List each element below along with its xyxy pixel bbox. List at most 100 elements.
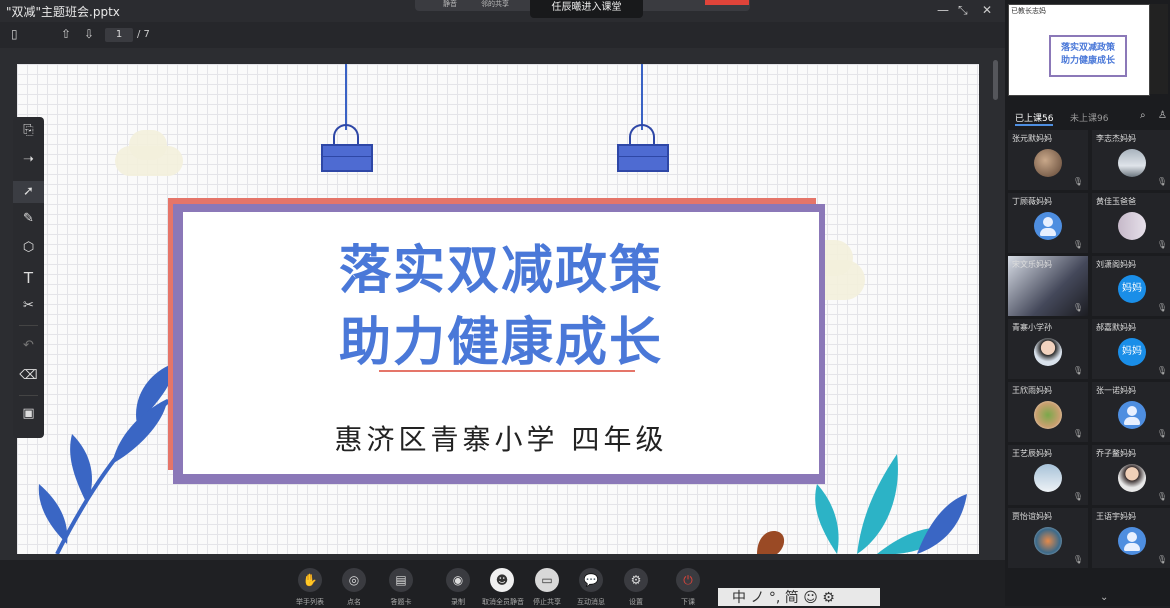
mic-muted-icon[interactable]: 🎙	[1073, 492, 1083, 501]
participant-name: 丁顾薇妈妈	[1012, 197, 1052, 206]
cloud-left-top	[129, 130, 167, 160]
participant-name: 郝嘉默妈妈	[1096, 323, 1136, 332]
mic-muted-icon[interactable]: 🎙	[1073, 366, 1083, 375]
participant-tile[interactable]: 青寨小学孙 🎙	[1008, 319, 1088, 379]
mic-muted-icon[interactable]: 🎙	[1073, 240, 1083, 249]
participant-tile[interactable]: 李志杰妈妈 🎙	[1092, 130, 1170, 190]
avatar	[1034, 338, 1062, 366]
mic-muted-icon[interactable]: 🎙	[1157, 303, 1167, 312]
participant-tile[interactable]: 乔子鳌妈妈 🎙	[1092, 445, 1170, 505]
message-button[interactable]: 💬 互动消息	[571, 568, 611, 607]
shared-screen-preview[interactable]: 已教长志妈 落实双减政策 助力健康成长	[1008, 4, 1150, 96]
restore-icon[interactable]: ⤡	[958, 3, 968, 18]
participant-tile[interactable]: 宋文乐妈妈 🎙	[1008, 256, 1088, 316]
answer-card-icon: ▤	[389, 568, 413, 592]
participant-tile[interactable]: 王欣雨妈妈 🎙	[1008, 382, 1088, 442]
participant-tile[interactable]: 张元默妈妈 🎙	[1008, 130, 1088, 190]
mic-muted-icon[interactable]: 🎙	[1073, 177, 1083, 186]
sidebar-toggle-icon[interactable]: ▯	[11, 27, 18, 41]
tab-underline	[1015, 124, 1053, 126]
prev-page-icon[interactable]: ⇧	[61, 27, 71, 41]
message-icon: 💬	[579, 568, 603, 592]
mic-muted-icon[interactable]: 🎙	[1157, 492, 1167, 501]
participant-name: 黄佳玉爸爸	[1096, 197, 1136, 206]
participant-tile[interactable]: 贾怡谊妈妈 🎙	[1008, 508, 1088, 568]
pen-icon[interactable]: ✎	[13, 211, 44, 226]
stop-share-button[interactable]: ▭ 停止共享	[527, 568, 567, 607]
chevron-down-icon[interactable]: ⌄	[1100, 592, 1108, 603]
preview-title-1: 落实双减政策	[1060, 43, 1115, 53]
participant-tile[interactable]: 黄佳玉爸爸 🎙	[1092, 193, 1170, 253]
hook-line-right	[641, 64, 643, 130]
participant-tile[interactable]: 张一诺妈妈 🎙	[1092, 382, 1170, 442]
mic-muted-icon[interactable]: 🎙	[1157, 429, 1167, 438]
end-indicator[interactable]	[705, 0, 749, 5]
text-tool-icon[interactable]: T	[13, 269, 44, 287]
scissors-icon[interactable]: ✂	[13, 298, 44, 313]
avatar	[1034, 212, 1062, 240]
participant-name: 王语宇妈妈	[1096, 512, 1136, 521]
mic-muted-icon[interactable]: 🎙	[1073, 429, 1083, 438]
participant-name: 王艺辰妈妈	[1012, 449, 1052, 458]
hand-icon: ✋	[298, 568, 322, 592]
participant-tile[interactable]: 丁顾薇妈妈 🎙	[1008, 193, 1088, 253]
raise-hand-button[interactable]: ✋ 举手列表	[290, 568, 330, 607]
mic-muted-icon[interactable]: 🎙	[1157, 240, 1167, 249]
unmute-all-button[interactable]: ☻ 取消全员静音	[482, 568, 524, 607]
minimize-icon[interactable]: —	[937, 3, 949, 17]
settings-button[interactable]: ⚙ 设置	[616, 568, 656, 607]
select-arrow-icon[interactable]: ➚	[13, 181, 44, 203]
record-button[interactable]: ◉ 录制	[438, 568, 478, 607]
mic-muted-icon[interactable]: 🎙	[1073, 555, 1083, 564]
page-number-input[interactable]: 1	[105, 28, 133, 42]
scrollbar[interactable]	[993, 60, 998, 100]
mic-muted-icon[interactable]: 🎙	[1157, 555, 1167, 564]
mic-muted-icon[interactable]: 🎙	[1157, 177, 1167, 186]
avatar	[1118, 527, 1146, 555]
participant-name: 乔子鳌妈妈	[1096, 449, 1136, 458]
mute-control[interactable]: 静音	[443, 0, 457, 9]
rollcall-button[interactable]: ◎ 点名	[334, 568, 374, 607]
document-toolbar: ▯ ⇧ ⇩	[0, 22, 1005, 48]
tab-not-in-class[interactable]: 未上课96	[1070, 111, 1108, 124]
slide-subtitle: 惠济区青寨小学 四年级	[334, 423, 668, 456]
participant-name: 刘潇阁妈妈	[1096, 260, 1136, 269]
avatar	[1034, 464, 1062, 492]
share-control[interactable]: 邻的共享	[481, 0, 509, 9]
participant-tile[interactable]: 王艺辰妈妈 🎙	[1008, 445, 1088, 505]
eraser-icon[interactable]: ⌫	[13, 368, 44, 383]
unmute-all-icon: ☻	[490, 568, 514, 592]
bag-icon-left	[321, 144, 373, 172]
hook-line-left	[345, 64, 347, 130]
end-class-button[interactable]: ⏻ 下课	[668, 568, 708, 607]
tab-in-class[interactable]: 已上课56	[1015, 111, 1053, 124]
participant-tile[interactable]: 王语宇妈妈 🎙	[1092, 508, 1170, 568]
participant-name: 张元默妈妈	[1012, 134, 1052, 143]
undo-icon[interactable]: ↶	[13, 338, 44, 353]
bag-icon-right	[617, 144, 669, 172]
preview-label: 已教长志妈	[1011, 7, 1046, 15]
shapes-icon[interactable]: ⬡	[13, 240, 44, 255]
gear-icon: ⚙	[624, 568, 648, 592]
title-card: 落实双减政策 助力健康成长 惠济区青寨小学 四年级	[183, 212, 819, 474]
document-title: "双减"主题班会.pptx	[6, 5, 120, 19]
new-slide-icon[interactable]: ⎘	[13, 123, 44, 138]
search-icon[interactable]: ⌕	[1140, 110, 1146, 121]
next-page-icon[interactable]: ⇩	[84, 27, 94, 41]
divider	[19, 395, 38, 396]
avatar	[1034, 527, 1062, 555]
close-icon[interactable]: ✕	[982, 3, 992, 17]
toolbox-icon[interactable]: ▣	[13, 406, 44, 421]
answer-card-button[interactable]: ▤ 答题卡	[381, 568, 421, 607]
user-icon[interactable]: ♙	[1158, 110, 1167, 121]
avatar	[1118, 149, 1146, 177]
laser-pointer-icon[interactable]: ➝	[13, 152, 44, 167]
divider	[19, 325, 38, 326]
participant-name: 张一诺妈妈	[1096, 386, 1136, 395]
mic-muted-icon[interactable]: 🎙	[1073, 303, 1083, 312]
ime-bar[interactable]: 中 ノ °, 简 ☺ ⚙	[718, 588, 880, 606]
stop-share-icon: ▭	[535, 568, 559, 592]
participant-tile[interactable]: 妈妈 郝嘉默妈妈 🎙	[1092, 319, 1170, 379]
participant-tile[interactable]: 妈妈 刘潇阁妈妈 🎙	[1092, 256, 1170, 316]
mic-muted-icon[interactable]: 🎙	[1157, 366, 1167, 375]
